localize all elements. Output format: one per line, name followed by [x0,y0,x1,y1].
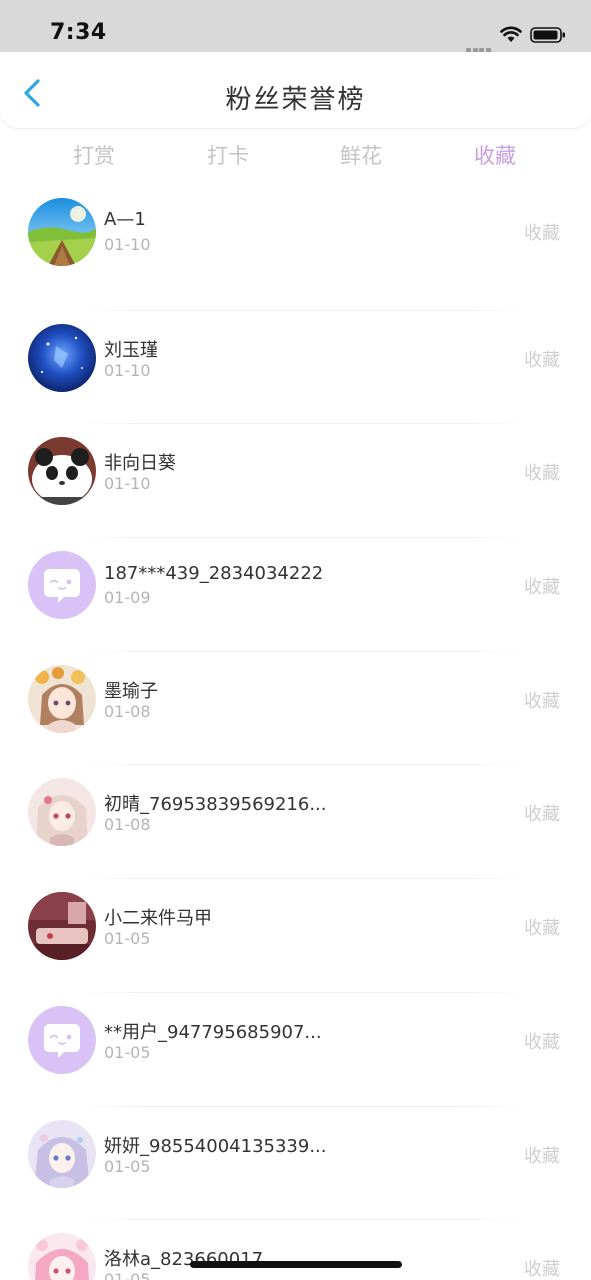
action-label: 收藏 [524,1145,560,1167]
date: 01-05 [104,929,151,949]
cellular-signal-icon [466,38,494,53]
action-label: 收藏 [524,918,560,940]
divider [80,309,525,311]
divider [80,878,525,880]
status-bar: 7:34 [0,0,591,53]
user-name: **用户_947795685907... [104,1021,322,1043]
action-label: 收藏 [524,690,560,712]
divider [80,1219,525,1221]
home-indicator [190,1261,402,1268]
tab-reward[interactable]: 打赏 [54,140,134,170]
avatar[interactable] [28,1233,96,1280]
action-label: 收藏 [524,463,560,485]
action-label: 收藏 [524,1031,560,1053]
tab-checkin[interactable]: 打卡 [188,140,268,170]
action-label: 收藏 [524,223,560,244]
list-item[interactable]: **用户_947795685907... 01-05 收藏 [0,978,591,1092]
date: 01-10 [104,360,151,380]
list-item[interactable]: 墨瑜子 01-08 收藏 [0,637,591,751]
date: 01-05 [104,1042,151,1062]
tab-favorites[interactable]: 收藏 [455,140,535,170]
user-name: 墨瑜子 [104,680,158,702]
date: 01-10 [104,474,151,494]
avatar[interactable] [28,664,96,733]
action-label: 收藏 [524,804,560,826]
user-name: 刘玉瑾 [104,339,158,361]
avatar[interactable] [28,198,96,266]
user-name: 初晴_76953839569216... [104,794,327,816]
divider [80,537,525,539]
page-title: 粉丝荣誉榜 [225,85,366,115]
action-label: 收藏 [524,1259,560,1280]
battery-icon [530,27,565,43]
avatar[interactable] [28,778,96,847]
date: 01-10 [104,235,151,254]
list-item[interactable]: 小二来件马甲 01-05 收藏 [0,864,591,978]
date: 01-08 [104,701,151,721]
date: 01-05 [104,1270,151,1280]
divider [80,423,525,425]
user-name: 小二来件马甲 [104,908,212,930]
list-item[interactable]: 洛林a_823660017 01-05 收藏 [0,1205,591,1280]
nav-header: 粉丝荣誉榜 [0,52,591,128]
divider [80,1105,525,1107]
list-item[interactable]: 妍妍_98554004135339... 01-05 收藏 [0,1092,591,1206]
user-name: A—1 [104,209,146,230]
user-name: 非向日葵 [104,453,176,475]
divider [80,650,525,652]
fan-list: A—1 01-10 收藏 刘玉瑾 01-10 收藏 非向日葵 01-10 收藏 … [0,182,591,1280]
screen: 7:34 粉丝荣誉榜 打赏 打卡 鲜花 收藏 A—1 01-10 收藏 刘玉瑾 … [0,0,591,1280]
avatar[interactable] [28,551,96,620]
date: 01-08 [104,815,151,835]
date: 01-05 [104,1156,151,1176]
avatar[interactable] [28,1005,96,1074]
divider [80,764,525,766]
tab-flowers[interactable]: 鲜花 [321,140,401,170]
user-name: 妍妍_98554004135339... [104,1135,327,1157]
action-label: 收藏 [524,349,560,371]
list-item[interactable]: A—1 01-10 收藏 [0,182,591,296]
tab-bar: 打赏 打卡 鲜花 收藏 [0,128,591,180]
action-label: 收藏 [524,577,560,599]
avatar[interactable] [28,437,96,506]
list-item[interactable]: 187***439_2834034222 01-09 收藏 [0,523,591,637]
list-item[interactable]: 刘玉瑾 01-10 收藏 [0,296,591,410]
wifi-icon [500,26,522,42]
avatar[interactable] [28,1119,96,1188]
date: 01-09 [104,588,151,608]
divider [80,991,525,993]
status-time: 7:34 [50,20,107,45]
list-item[interactable]: 初晴_76953839569216... 01-08 收藏 [0,750,591,864]
default-chat-avatar-icon [28,1005,96,1074]
avatar[interactable] [28,323,96,392]
default-chat-avatar-icon [28,551,96,620]
user-name: 187***439_2834034222 [104,563,324,585]
list-item[interactable]: 非向日葵 01-10 收藏 [0,409,591,523]
avatar[interactable] [28,892,96,961]
